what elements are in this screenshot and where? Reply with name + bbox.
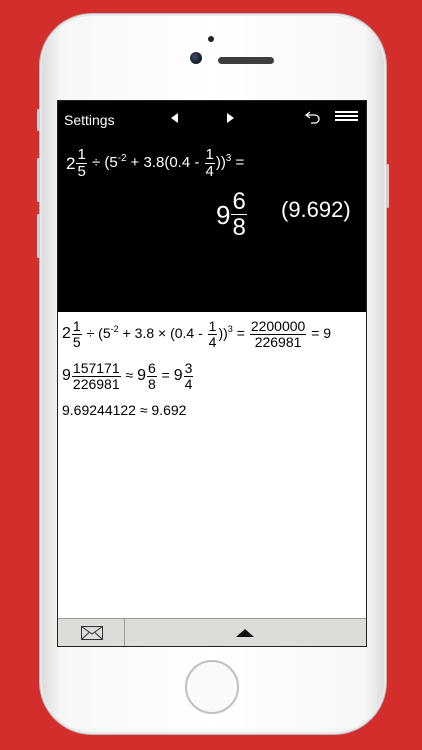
app-screen: Settings 2 1 5 ÷ (5-2 + 3.8(0.4 - 1 4))… [57, 100, 367, 647]
fraction: 1 4 [204, 146, 215, 180]
front-camera [190, 52, 202, 64]
nav-right-icon[interactable] [227, 113, 234, 123]
menu-icon[interactable] [335, 111, 358, 123]
mixed-number: 2 1 5 [66, 146, 87, 180]
history-line: 9.69244122 ≈ 9.692 [62, 402, 187, 418]
mail-button[interactable] [58, 619, 125, 646]
calculator-display: Settings 2 1 5 ÷ (5-2 + 3.8(0.4 - 1 4))… [58, 101, 366, 312]
home-button[interactable] [185, 660, 239, 714]
mail-icon [81, 626, 103, 640]
top-bar: Settings [58, 101, 366, 135]
mute-switch [37, 109, 40, 131]
volume-up-button [37, 158, 40, 202]
history-line: 9 157171 226981 ≈ 9 6 8 = 9 3 4 [62, 360, 194, 392]
volume-down-button [37, 214, 40, 258]
expand-up-icon [236, 629, 254, 637]
settings-button[interactable]: Settings [64, 112, 115, 128]
history-panel: 2 1 5 ÷ (5-2 + 3.8 × (0.4 - 1 4 ))3 = 22… [58, 312, 366, 618]
power-button [386, 164, 389, 208]
nav-left-icon[interactable] [171, 113, 178, 123]
history-line: 2 1 5 ÷ (5-2 + 3.8 × (0.4 - 1 4 ))3 = 22… [62, 318, 332, 350]
expand-keypad-button[interactable] [126, 619, 366, 646]
undo-icon[interactable] [305, 110, 321, 124]
proximity-sensor [208, 36, 214, 42]
result-decimal: (9.692) [281, 197, 351, 222]
earpiece-speaker [218, 57, 274, 64]
result-fraction: 9 6 8 [216, 188, 247, 242]
bottom-toolbar [58, 618, 366, 646]
phone-frame: Settings 2 1 5 ÷ (5-2 + 3.8(0.4 - 1 4))… [37, 14, 389, 734]
expression-line: 2 1 5 ÷ (5-2 + 3.8(0.4 - 1 4 ))3 = [66, 146, 245, 180]
